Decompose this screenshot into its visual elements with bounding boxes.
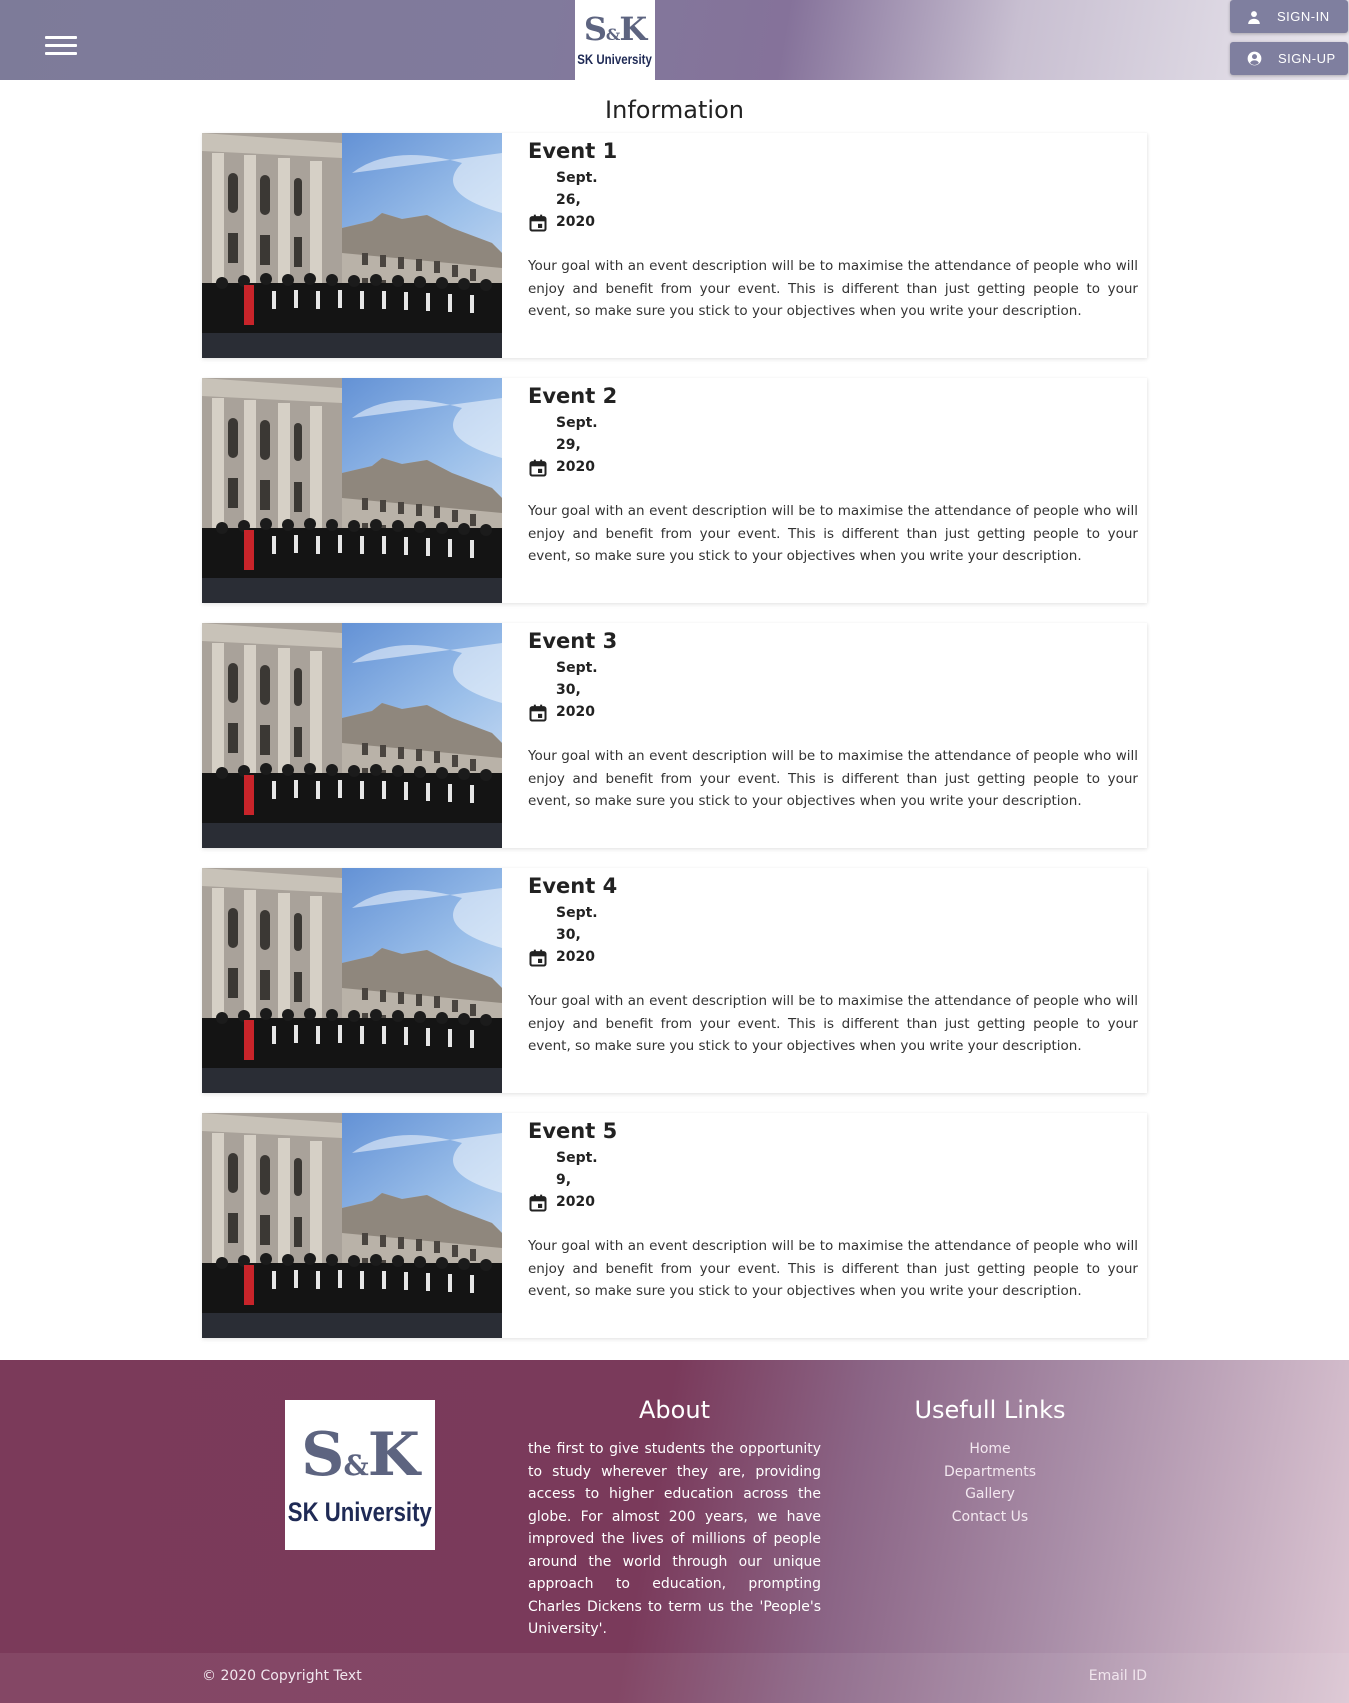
date-day: 26, (556, 192, 581, 208)
event-date: Sept. 9, 2020 (528, 1147, 1138, 1215)
event-body: Event 3 Sept. 30, 2020 Your goal with an… (528, 627, 1138, 813)
date-day: 9, (556, 1172, 572, 1188)
email-link[interactable]: Email ID (1089, 1668, 1147, 1684)
date-year: 2020 (556, 214, 595, 230)
calendar-icon (529, 1194, 547, 1212)
account-circle-icon (1247, 51, 1262, 66)
footer-link-contact-us[interactable]: Contact Us (890, 1506, 1090, 1529)
date-text: Sept. 26, 2020 (556, 167, 1138, 233)
hamburger-menu-icon[interactable] (42, 30, 80, 58)
event-date: Sept. 30, 2020 (528, 657, 1138, 725)
about-text: the first to give students the opportuni… (528, 1441, 821, 1637)
useful-links-heading: Usefull Links (914, 1396, 1066, 1424)
event-title[interactable]: Event 5 (528, 1117, 1138, 1145)
event-photo (202, 623, 502, 848)
calendar-icon (529, 949, 547, 967)
event-title[interactable]: Event 3 (528, 627, 1138, 655)
event-date: Sept. 30, 2020 (528, 902, 1138, 970)
footer-link-gallery[interactable]: Gallery (890, 1483, 1090, 1506)
events-list: Event 1 Sept. 26, 2020 Your goal with an… (202, 133, 1147, 1358)
event-description: Your goal with an event description will… (528, 748, 1138, 809)
event-card[interactable]: Event 3 Sept. 30, 2020 Your goal with an… (202, 623, 1147, 848)
sign-up-button[interactable]: SIGN-UP (1230, 42, 1348, 75)
date-month: Sept. (556, 415, 598, 431)
event-description: Your goal with an event description will… (528, 258, 1138, 319)
calendar-icon (529, 214, 547, 232)
event-body: Event 1 Sept. 26, 2020 Your goal with an… (528, 137, 1138, 323)
calendar-icon (529, 704, 547, 722)
event-description: Your goal with an event description will… (528, 1238, 1138, 1299)
event-body: Event 2 Sept. 29, 2020 Your goal with an… (528, 382, 1138, 568)
useful-links-list: Home Departments Gallery Contact Us (890, 1438, 1090, 1528)
date-year: 2020 (556, 1194, 595, 1210)
sign-in-label: SIGN-IN (1277, 9, 1330, 24)
page-title: Information (605, 96, 744, 124)
footer-link-home[interactable]: Home (890, 1438, 1090, 1461)
date-text: Sept. 30, 2020 (556, 657, 1138, 723)
date-day: 30, (556, 927, 581, 943)
date-day: 30, (556, 682, 581, 698)
date-month: Sept. (556, 1150, 598, 1166)
date-day: 29, (556, 437, 581, 453)
date-text: Sept. 29, 2020 (556, 412, 1138, 478)
date-month: Sept. (556, 905, 598, 921)
event-card[interactable]: Event 2 Sept. 29, 2020 Your goal with an… (202, 378, 1147, 603)
header-logo[interactable]: S&K SK University (575, 0, 655, 80)
event-title[interactable]: Event 1 (528, 137, 1138, 165)
date-text: Sept. 9, 2020 (556, 1147, 1138, 1213)
event-card[interactable]: Event 1 Sept. 26, 2020 Your goal with an… (202, 133, 1147, 358)
date-month: Sept. (556, 170, 598, 186)
person-icon (1248, 10, 1260, 24)
event-photo (202, 868, 502, 1093)
event-body: Event 5 Sept. 9, 2020 Your goal with an … (528, 1117, 1138, 1303)
event-description: Your goal with an event description will… (528, 993, 1138, 1054)
footer-logo[interactable]: S&K SK University (285, 1400, 435, 1550)
event-title[interactable]: Event 2 (528, 382, 1138, 410)
event-card[interactable]: Event 5 Sept. 9, 2020 Your goal with an … (202, 1113, 1147, 1338)
date-text: Sept. 30, 2020 (556, 902, 1138, 968)
logo-monogram: S&K (301, 1419, 420, 1490)
date-year: 2020 (556, 949, 595, 965)
about-heading: About (639, 1396, 710, 1424)
event-photo (202, 133, 502, 358)
top-header: S&K SK University SIGN-IN SIGN-UP (0, 0, 1349, 80)
footer: S&K SK University About the first to giv… (0, 1360, 1349, 1703)
logo-university-name: SK University (577, 51, 653, 67)
event-title[interactable]: Event 4 (528, 872, 1138, 900)
sign-up-label: SIGN-UP (1278, 51, 1336, 66)
copyright-text: © 2020 Copyright Text (202, 1668, 362, 1684)
sign-in-button[interactable]: SIGN-IN (1230, 0, 1348, 33)
logo-monogram: S&K (583, 10, 647, 48)
footer-link-departments[interactable]: Departments (890, 1461, 1090, 1484)
logo-university-name: SK University (288, 1496, 432, 1527)
event-body: Event 4 Sept. 30, 2020 Your goal with an… (528, 872, 1138, 1058)
date-year: 2020 (556, 704, 595, 720)
date-year: 2020 (556, 459, 595, 475)
event-photo (202, 378, 502, 603)
calendar-icon (529, 459, 547, 477)
event-photo (202, 1113, 502, 1338)
event-date: Sept. 29, 2020 (528, 412, 1138, 480)
date-month: Sept. (556, 660, 598, 676)
event-description: Your goal with an event description will… (528, 503, 1138, 564)
event-date: Sept. 26, 2020 (528, 167, 1138, 235)
copyright-bar: © 2020 Copyright Text Email ID (0, 1653, 1349, 1703)
event-card[interactable]: Event 4 Sept. 30, 2020 Your goal with an… (202, 868, 1147, 1093)
